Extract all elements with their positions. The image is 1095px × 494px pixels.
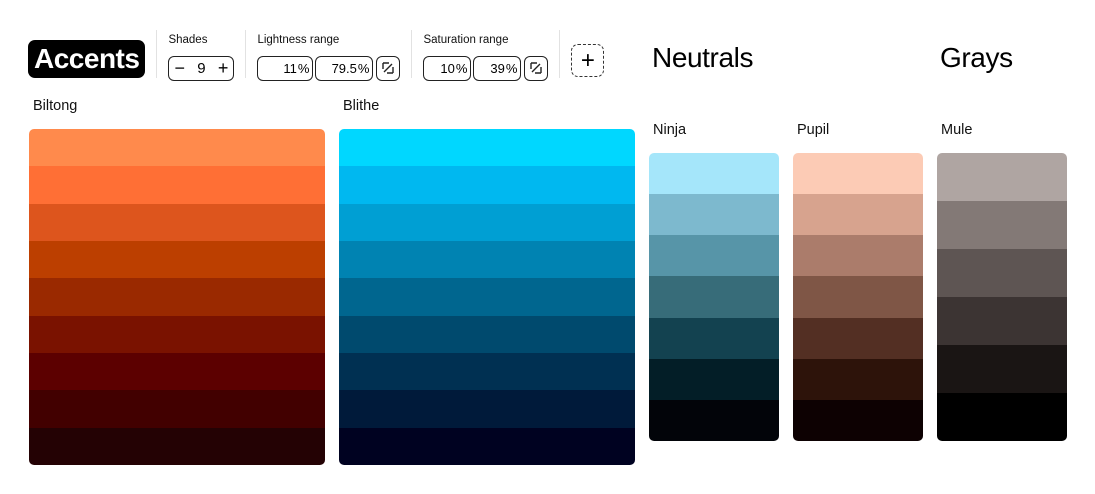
color-swatch[interactable]: [649, 399, 779, 441]
palette-biltong: [29, 129, 325, 465]
color-swatch[interactable]: [29, 203, 325, 241]
color-swatch[interactable]: [29, 240, 325, 279]
color-swatch[interactable]: [649, 317, 779, 359]
color-swatch[interactable]: [649, 194, 779, 236]
saturation-max-input[interactable]: 39%: [473, 55, 522, 81]
palette-pupil: [793, 153, 923, 441]
palette-label-blithe: Blithe: [343, 98, 380, 114]
shades-label: Shades: [168, 34, 208, 46]
saturation-min-input[interactable]: 10%: [423, 55, 472, 81]
color-swatch[interactable]: [339, 166, 635, 204]
color-swatch[interactable]: [339, 129, 635, 167]
divider: [245, 30, 247, 78]
color-swatch[interactable]: [649, 276, 779, 318]
color-swatch[interactable]: [29, 427, 325, 465]
palette-label-mule: Mule: [941, 122, 973, 138]
palette-ninja: [649, 153, 779, 441]
shades-value: 9: [197, 59, 206, 77]
color-swatch[interactable]: [649, 153, 779, 195]
color-swatch[interactable]: [793, 194, 923, 236]
color-swatch[interactable]: [649, 235, 779, 277]
saturation-label: Saturation range: [423, 34, 509, 46]
color-swatch[interactable]: [29, 390, 325, 428]
color-swatch[interactable]: [937, 153, 1067, 201]
saturation-link-toggle-icon[interactable]: [524, 55, 549, 81]
color-swatch[interactable]: [793, 399, 923, 441]
add-palette-button[interactable]: +: [571, 44, 605, 77]
shades-stepper[interactable]: − 9 +: [168, 55, 235, 81]
color-swatch[interactable]: [339, 427, 635, 465]
color-swatch[interactable]: [793, 235, 923, 277]
color-swatch[interactable]: [339, 315, 635, 353]
lightness-link-toggle-icon[interactable]: [376, 55, 401, 81]
color-swatch[interactable]: [29, 166, 325, 204]
shades-control: Shades − 9 +: [168, 30, 235, 81]
color-swatch[interactable]: [937, 249, 1067, 297]
palette-blithe: [339, 129, 635, 465]
palette-mule: [937, 153, 1067, 441]
color-swatch[interactable]: [29, 315, 325, 353]
color-swatch[interactable]: [29, 278, 325, 316]
color-swatch[interactable]: [793, 276, 923, 318]
color-swatch[interactable]: [793, 358, 923, 400]
color-swatch[interactable]: [339, 240, 635, 279]
color-swatch[interactable]: [339, 278, 635, 316]
accents-title: Accents: [28, 40, 146, 78]
color-swatch[interactable]: [339, 352, 635, 391]
divider: [559, 30, 561, 78]
minus-button[interactable]: −: [174, 59, 185, 77]
lightness-label: Lightness range: [257, 34, 340, 46]
color-swatch[interactable]: [937, 201, 1067, 249]
toolbar: Accents Shades − 9 + Lightness range 11%…: [28, 30, 605, 81]
color-swatch[interactable]: [793, 153, 923, 195]
palette-label-pupil: Pupil: [797, 122, 830, 138]
color-swatch[interactable]: [29, 129, 325, 167]
color-swatch[interactable]: [937, 297, 1067, 345]
plus-button[interactable]: +: [218, 59, 229, 77]
lightness-max-input[interactable]: 79.5%: [315, 55, 374, 81]
lightness-control: Lightness range 11% 79.5%: [257, 30, 401, 81]
neutrals-title: Neutrals: [652, 42, 754, 73]
palette-label-biltong: Biltong: [33, 98, 78, 114]
color-swatch[interactable]: [937, 345, 1067, 393]
palette-label-ninja: Ninja: [653, 122, 687, 138]
color-swatch[interactable]: [937, 393, 1067, 441]
color-swatch[interactable]: [339, 203, 635, 241]
color-swatch[interactable]: [649, 358, 779, 400]
divider: [156, 30, 158, 78]
saturation-control: Saturation range 10% 39%: [423, 30, 549, 81]
grays-title: Grays: [940, 42, 1013, 73]
color-swatch[interactable]: [339, 390, 635, 428]
color-swatch[interactable]: [793, 317, 923, 359]
divider: [411, 30, 413, 78]
color-swatch[interactable]: [29, 352, 325, 391]
lightness-min-input[interactable]: 11%: [257, 55, 314, 81]
